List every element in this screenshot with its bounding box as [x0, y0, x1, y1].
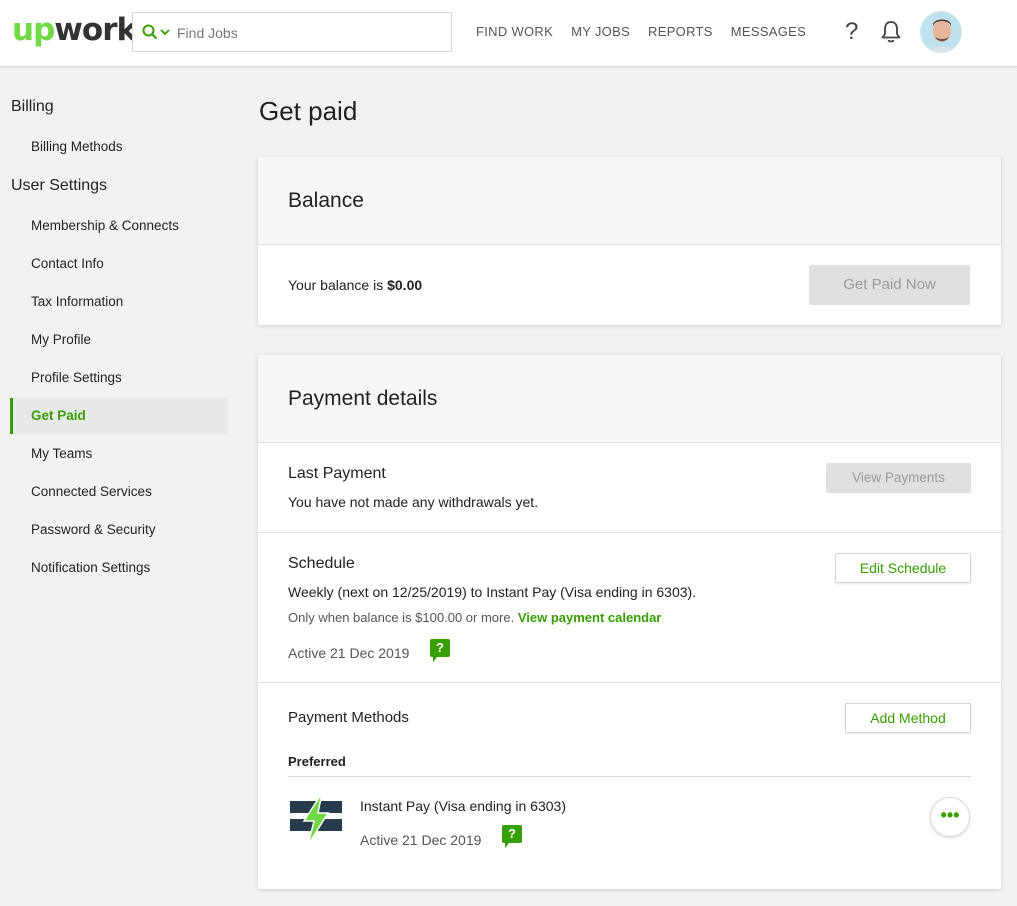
sidebar-item-profile-settings[interactable]: Profile Settings [10, 360, 228, 396]
payment-method-name: Instant Pay (Visa ending in 6303) [360, 798, 566, 814]
schedule-title: Schedule [288, 555, 355, 572]
payment-details-heading: Payment details [258, 355, 1001, 443]
preferred-divider [288, 776, 971, 777]
sidebar-item-my-teams[interactable]: My Teams [10, 436, 228, 472]
sidebar-heading-billing: Billing [11, 98, 54, 115]
schedule-condition: Only when balance is $100.00 or more. [288, 610, 515, 625]
last-payment-title: Last Payment [288, 465, 386, 482]
sidebar-item-contact-info[interactable]: Contact Info [10, 246, 228, 282]
nav-my-jobs[interactable]: MY JOBS [571, 24, 630, 39]
more-options-button[interactable]: ••• [930, 797, 970, 837]
payment-methods-title: Payment Methods [288, 709, 409, 726]
nav-reports[interactable]: REPORTS [648, 24, 713, 39]
add-method-button[interactable]: Add Method [845, 703, 971, 733]
preferred-label: Preferred [288, 754, 346, 769]
user-avatar[interactable] [920, 11, 962, 53]
question-tooltip-icon[interactable]: ? [430, 639, 450, 662]
search-input[interactable] [177, 21, 437, 45]
balance-card: Balance Your balance is $0.00 Get Paid N… [258, 157, 1001, 325]
divider [258, 532, 1001, 533]
search-box[interactable] [132, 12, 452, 52]
payment-method-status: Active 21 Dec 2019 [360, 832, 482, 848]
top-navigation-bar: Upwork FIND WORK MY JOBS REPORTS MESSAGE… [0, 0, 1017, 67]
balance-heading: Balance [258, 157, 1001, 245]
view-payment-calendar-link[interactable]: View payment calendar [518, 610, 662, 625]
schedule-text: Weekly (next on 12/25/2019) to Instant P… [288, 584, 697, 600]
payment-details-card: Payment details Last Payment You have no… [258, 355, 1001, 889]
sidebar-item-my-profile[interactable]: My Profile [10, 322, 228, 358]
question-tooltip-icon[interactable]: ? [502, 825, 522, 848]
sidebar-item-connected-services[interactable]: Connected Services [10, 474, 228, 510]
logo-work: work [54, 12, 137, 48]
instant-pay-logo-icon [288, 792, 344, 846]
balance-text: Your balance is $0.00 [288, 277, 422, 293]
page-title: Get paid [259, 96, 358, 126]
sidebar-item-notification-settings[interactable]: Notification Settings [10, 550, 228, 586]
divider [258, 682, 1001, 683]
last-payment-text: You have not made any withdrawals yet. [288, 494, 539, 510]
schedule-condition-line: Only when balance is $100.00 or more. Vi… [288, 610, 661, 625]
upwork-logo[interactable]: Upwork [12, 12, 137, 48]
help-icon[interactable]: ? [845, 18, 858, 46]
main-nav: FIND WORK MY JOBS REPORTS MESSAGES [476, 24, 824, 39]
nav-find-work[interactable]: FIND WORK [476, 24, 553, 39]
edit-schedule-button[interactable]: Edit Schedule [835, 553, 971, 583]
sidebar-heading-user-settings: User Settings [11, 177, 108, 194]
schedule-status: Active 21 Dec 2019 [288, 645, 410, 661]
get-paid-now-button[interactable]: Get Paid Now [809, 265, 970, 305]
sidebar-item-password-security[interactable]: Password & Security [10, 512, 228, 548]
logo-up: Up [12, 12, 55, 48]
bell-icon[interactable] [880, 20, 902, 44]
search-icon[interactable] [142, 24, 174, 42]
balance-text-prefix: Your balance is [288, 277, 384, 293]
sidebar-item-billing-methods[interactable]: Billing Methods [10, 129, 228, 165]
sidebar-item-tax-information[interactable]: Tax Information [10, 284, 228, 320]
nav-messages[interactable]: MESSAGES [731, 24, 806, 39]
view-payments-button[interactable]: View Payments [826, 463, 971, 493]
balance-amount: $0.00 [387, 277, 423, 293]
sidebar-item-get-paid[interactable]: Get Paid [10, 398, 228, 434]
sidebar-item-membership-connects[interactable]: Membership & Connects [10, 208, 228, 244]
